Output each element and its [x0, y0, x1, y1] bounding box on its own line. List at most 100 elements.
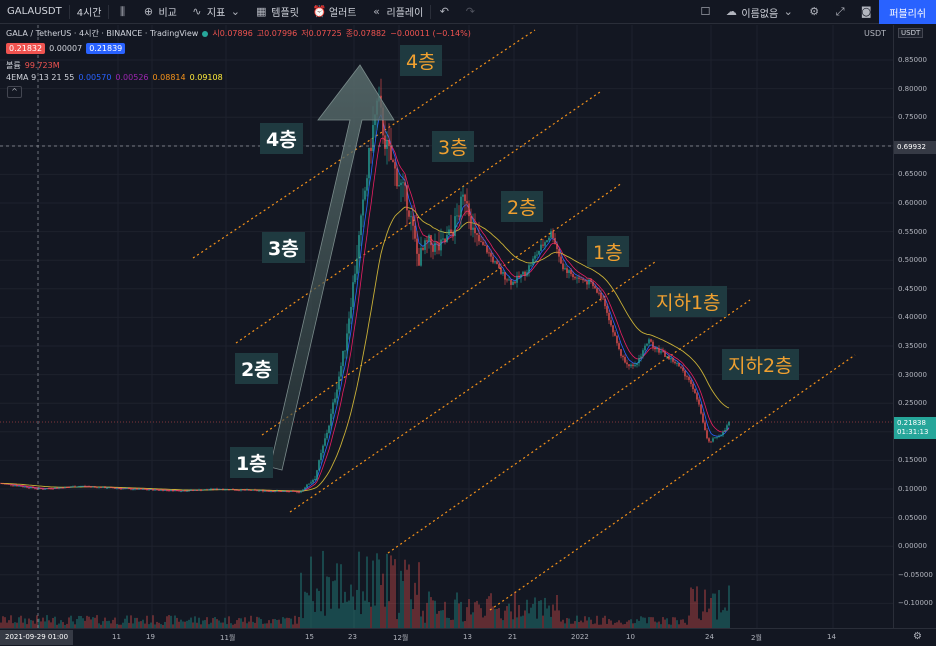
candle-body [108, 487, 110, 489]
candle-body [46, 488, 48, 490]
volume-bar [470, 614, 472, 628]
candle-body [150, 489, 152, 490]
volume-bar [44, 621, 46, 628]
candle-body [398, 185, 400, 187]
replay-button[interactable]: « 리플레이 [364, 0, 431, 24]
alert-button[interactable]: ⏰ 얼러트 [306, 0, 364, 24]
candle-body [78, 486, 80, 488]
time-axis[interactable]: 2021-09-29 01:00 11 19 11월 15 23 12월 13 21 2022 1… [0, 628, 936, 646]
candle-body [420, 247, 422, 266]
candle-body [196, 489, 198, 491]
volume-bar [298, 616, 300, 628]
compare-button[interactable]: ⊕ 비교 [135, 0, 183, 24]
volume-bar [382, 573, 384, 628]
candle-body [518, 275, 520, 278]
volume-bar [584, 616, 586, 628]
candle-body [618, 343, 620, 350]
price-tick-label: 0.60000 [898, 199, 927, 207]
fullscreen-icon: ⤢ [835, 5, 845, 18]
candle-body [672, 358, 674, 362]
multi-layout-button[interactable]: ☐ [692, 0, 718, 24]
volume-bar [250, 615, 252, 628]
volume-bar [82, 618, 84, 628]
volume-bar [60, 620, 62, 628]
volume-bar [410, 599, 412, 628]
volume-bar [562, 619, 564, 628]
layout-name-button[interactable]: ☁ 이름없음 ⌄ [718, 0, 801, 24]
collapse-legend-button[interactable]: ^ [7, 86, 22, 98]
fullscreen-button[interactable]: ⤢ [827, 0, 853, 24]
volume-bar [508, 603, 510, 628]
candle-body [330, 413, 332, 426]
currency-badge[interactable]: USDT [898, 28, 924, 38]
volume-bar [336, 563, 338, 628]
candle-body [294, 491, 296, 492]
buy-button[interactable]: 0.21839 [86, 43, 126, 54]
candle-body [462, 194, 464, 197]
volume-bar [708, 608, 710, 628]
volume-bar [414, 582, 416, 628]
candle-body [538, 250, 540, 255]
templates-button[interactable]: ▦ 템플릿 [248, 0, 306, 24]
publish-button[interactable]: 퍼블리쉬 [879, 0, 936, 24]
candle-body [310, 482, 312, 484]
candle-body [202, 489, 204, 491]
candle-body [96, 486, 98, 488]
settings-button[interactable]: ⚙ [801, 0, 827, 24]
candle-body [522, 271, 524, 275]
price-axis[interactable]: USDT 0.850000.800000.750000.700000.65000… [893, 25, 936, 628]
volume-bar [642, 617, 644, 628]
undo-button[interactable]: ↶ [431, 0, 457, 24]
candle-body [646, 343, 648, 346]
candle-body [526, 272, 528, 276]
candle-body [180, 491, 182, 493]
ema-label: 4EMA 9 13 21 55 [6, 73, 75, 82]
candle-body [478, 234, 480, 242]
candle-body [394, 162, 396, 169]
volume-bar [78, 615, 80, 628]
price-chart[interactable]: USDT [0, 25, 893, 628]
volume-bar [650, 617, 652, 628]
time-tick-label: 10 [626, 633, 635, 641]
volume-bar [460, 601, 462, 628]
volume-bar [54, 616, 56, 628]
volume-bar [376, 553, 378, 628]
candle-body [564, 268, 566, 270]
candle-body [370, 147, 372, 151]
indicators-button[interactable]: ∿ 지표 ⌄ [184, 0, 248, 24]
symbol-search[interactable]: GALAUSDT [0, 0, 69, 24]
candle-body [484, 244, 486, 246]
candle-body [232, 489, 234, 491]
candle-body [276, 490, 278, 492]
volume-bar [306, 592, 308, 628]
candle-body [226, 489, 228, 490]
candle-body [430, 235, 432, 246]
volume-bar [102, 621, 104, 628]
volume-bar [542, 615, 544, 628]
chart-pane[interactable]: USDT GALA / TetherUS · 4시간 · BINANCE · T… [0, 25, 893, 628]
volume-bar [586, 620, 588, 628]
volume-bar [446, 617, 448, 628]
candle-body [644, 345, 646, 351]
axis-settings-icon[interactable]: ⚙ [913, 631, 922, 642]
candle-body [502, 272, 504, 274]
volume-bar [702, 611, 704, 628]
redo-button[interactable]: ↷ [457, 0, 483, 24]
volume-bar [428, 591, 430, 628]
time-tick-label: 19 [146, 633, 155, 641]
candle-body [206, 489, 208, 491]
last-price-value: 0.21838 [897, 419, 926, 427]
interval-button[interactable]: 4시간 [70, 0, 109, 24]
sell-button[interactable]: 0.21832 [6, 43, 46, 54]
volume-bar [46, 615, 48, 628]
chart-style-button[interactable]: ⫼ [109, 0, 135, 24]
candle-body [230, 489, 232, 491]
candle-body [578, 277, 580, 279]
volume-bar [224, 617, 226, 628]
volume-bars [0, 550, 730, 628]
candle-body [558, 249, 560, 257]
volume-bar [580, 620, 582, 628]
chevron-down-icon: ⌄ [783, 5, 793, 18]
candle-body [542, 244, 544, 246]
snapshot-button[interactable]: ◙ [853, 0, 879, 24]
